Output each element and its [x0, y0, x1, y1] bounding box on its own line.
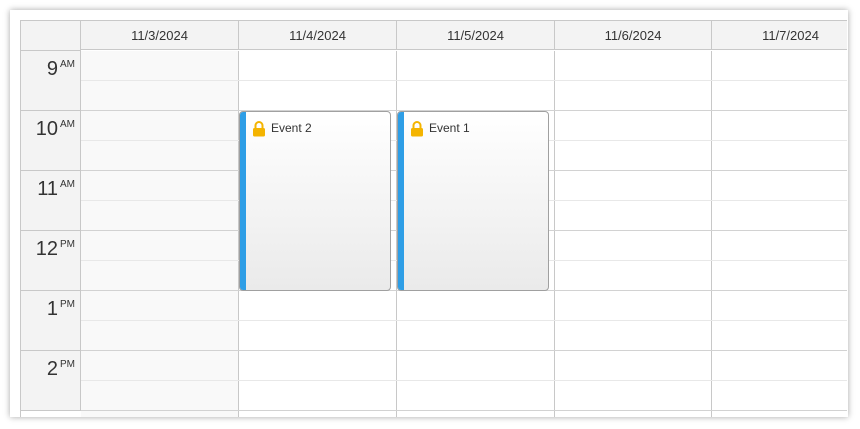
time-hour: 2 — [46, 358, 58, 380]
day-header-11-5[interactable]: 11/5/2024 — [397, 21, 555, 50]
calendar-frame: 11/3/2024 11/4/2024 11/5/2024 11/6/2024 … — [10, 10, 848, 417]
lock-icon — [411, 121, 423, 137]
calendar-grid: 11/3/2024 11/4/2024 11/5/2024 11/6/2024 … — [20, 20, 847, 417]
day-header-11-7[interactable]: 11/7/2024 — [712, 21, 847, 50]
day-header-11-4[interactable]: 11/4/2024 — [239, 21, 397, 50]
time-ampm: AM — [60, 119, 75, 130]
hour-line — [81, 410, 847, 411]
time-header-12pm: 12 PM — [21, 231, 81, 291]
time-hour: 1 — [46, 298, 58, 320]
event-color-bar — [240, 112, 246, 290]
day-header-label: 11/6/2024 — [604, 27, 662, 43]
time-header-2pm: 2 PM — [21, 351, 81, 411]
event-card-1[interactable]: Event 1 — [397, 111, 549, 291]
time-hour: 9 — [46, 58, 58, 80]
time-hour: 11 — [37, 178, 58, 200]
time-ampm: PM — [60, 239, 75, 250]
day-header-11-6[interactable]: 11/6/2024 — [555, 21, 712, 50]
time-ampm: PM — [60, 299, 75, 310]
event-color-bar — [398, 112, 404, 290]
half-hour-line — [81, 380, 847, 381]
time-ampm: AM — [60, 59, 75, 70]
time-hour: 12 — [35, 238, 58, 260]
time-header-11am: 11 AM — [21, 171, 81, 231]
time-ampm: AM — [60, 179, 75, 190]
time-ampm: PM — [60, 359, 75, 370]
day-header-label: 11/5/2024 — [447, 27, 504, 43]
lock-icon — [253, 121, 265, 137]
day-header-11-3[interactable]: 11/3/2024 — [81, 21, 239, 50]
event-title: Event 2 — [271, 121, 312, 135]
header-corner — [21, 21, 81, 51]
time-hour: 10 — [35, 118, 58, 140]
day-column-11-6[interactable] — [555, 51, 712, 417]
day-column-11-7[interactable] — [712, 51, 847, 417]
hour-line — [81, 350, 847, 351]
day-header-label: 11/3/2024 — [131, 27, 188, 43]
time-header-1pm: 1 PM — [21, 291, 81, 351]
event-card-2[interactable]: Event 2 — [239, 111, 391, 291]
day-column-11-3[interactable] — [81, 51, 239, 417]
event-title: Event 1 — [429, 121, 470, 135]
half-hour-line — [81, 320, 847, 321]
time-header-10am: 10 AM — [21, 111, 81, 171]
day-header-label: 11/7/2024 — [762, 27, 819, 43]
time-header-9am: 9 AM — [21, 51, 81, 111]
half-hour-line — [81, 80, 847, 81]
day-header-label: 11/4/2024 — [289, 27, 346, 43]
